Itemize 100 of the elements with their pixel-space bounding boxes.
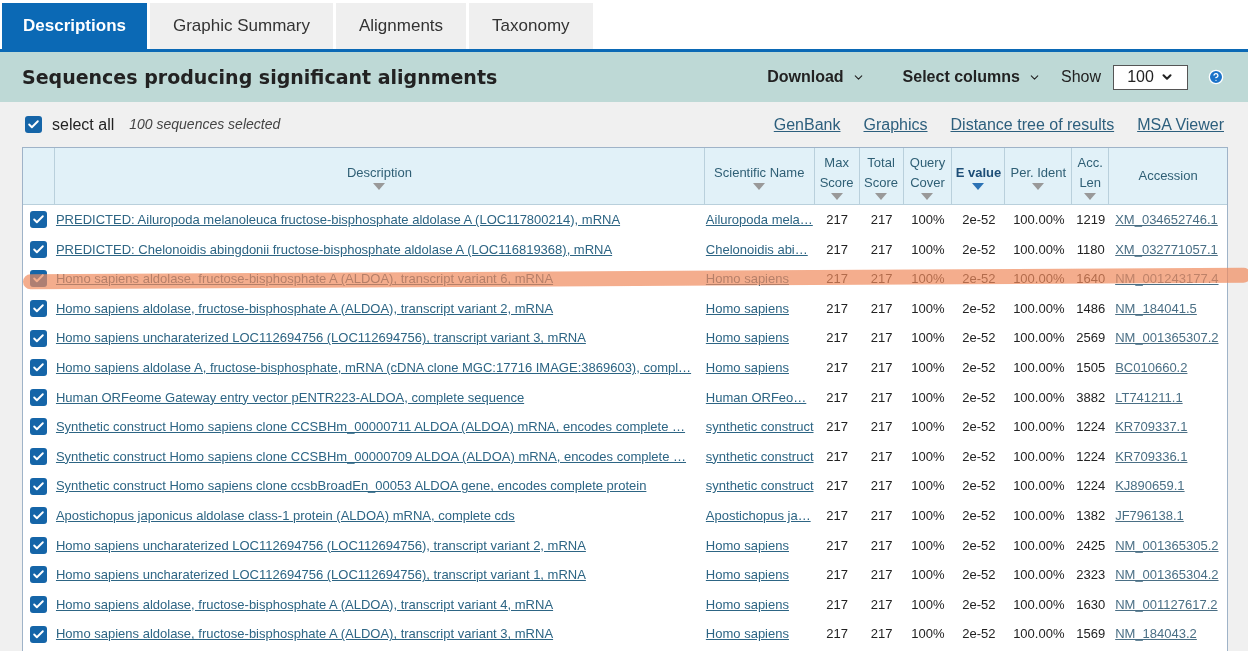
sort-arrow-icon <box>921 192 934 200</box>
column-header[interactable]: Per. Ident <box>1005 148 1073 204</box>
accession-link[interactable]: NM_001365304.2 <box>1115 567 1219 583</box>
select-columns-menu[interactable]: Select columns <box>902 65 1041 89</box>
sort-arrow-icon <box>830 192 843 200</box>
accession-link[interactable]: NM_001365305.2 <box>1115 537 1219 553</box>
description-link[interactable]: Apostichopus japonicus aldolase class-1 protein (ALDOA) mRNA, complete cds <box>55 508 515 523</box>
sort-arrow-icon <box>972 182 985 190</box>
scientific-name-link[interactable]: Homo sapiens <box>705 567 789 583</box>
table-cell: 217 <box>870 596 893 612</box>
checkbox[interactable] <box>30 536 48 554</box>
scientific-name-link[interactable]: Human ORFeo… <box>705 389 807 405</box>
column-header[interactable]: Acc. Len <box>1072 148 1110 204</box>
tab[interactable]: Taxonomy <box>469 3 593 49</box>
column-header[interactable]: Query Cover <box>903 148 953 204</box>
checkbox[interactable] <box>30 359 48 377</box>
column-header[interactable]: Description <box>54 148 705 204</box>
check-icon <box>32 390 46 404</box>
scientific-name-link[interactable]: Apostichopus ja… <box>705 508 811 523</box>
scientific-name-link[interactable]: Chelonoidis abi… <box>705 241 808 257</box>
column-header[interactable]: Accession <box>1109 148 1227 204</box>
scientific-name-link[interactable]: Homo sapiens <box>705 626 789 642</box>
tab[interactable]: Graphic Summary <box>150 3 333 49</box>
help-icon[interactable] <box>1208 69 1224 85</box>
link[interactable]: MSA Viewer <box>1137 112 1224 137</box>
checkbox[interactable] <box>25 116 42 133</box>
download-menu[interactable]: Download <box>767 65 865 89</box>
check-icon <box>32 331 46 345</box>
link[interactable]: Graphics <box>863 112 928 137</box>
accession-link[interactable]: NM_001365307.2 <box>1115 330 1219 346</box>
description-link[interactable]: Synthetic construct Homo sapiens clone CCSBHm_00000711 ALDOA (ALDOA) mRNA, encodes complete … <box>55 419 686 435</box>
checkbox[interactable] <box>30 211 48 229</box>
table-cell: 1382 <box>1076 508 1106 523</box>
description-link[interactable]: Homo sapiens aldolase, fructose-bisphosphate A (ALDOA), transcript variant 3, mRNA <box>55 626 554 642</box>
accession-link[interactable]: KJ890659.1 <box>1115 478 1185 494</box>
select-all-label[interactable]: select all <box>52 112 115 137</box>
accession-link[interactable]: NM_184043.2 <box>1115 626 1197 642</box>
table-cell: 217 <box>870 567 893 583</box>
table-cell: 2323 <box>1076 567 1106 583</box>
table-cell: 2e-52 <box>962 508 996 523</box>
check-icon <box>32 479 46 493</box>
table-cell: 217 <box>826 389 848 405</box>
scientific-name-link[interactable]: Homo sapiens <box>705 596 789 612</box>
accession-link[interactable]: JF796138.1 <box>1115 508 1184 523</box>
description-link[interactable]: Homo sapiens uncharaterized LOC112694756 (LOC112694756), transcript variant 2, mRNA <box>55 537 586 553</box>
tab[interactable]: Alignments <box>335 3 467 49</box>
check-icon <box>27 118 40 131</box>
accession-link[interactable]: XM_034652746.1 <box>1115 212 1218 228</box>
checkbox[interactable] <box>30 240 48 258</box>
table-cell: 100.00% <box>1013 300 1065 316</box>
table-cell: 100.00% <box>1013 448 1065 464</box>
scientific-name-link[interactable]: synthetic construct <box>705 448 814 464</box>
accession-link[interactable]: XM_032771057.1 <box>1115 241 1218 257</box>
table-cell: 100% <box>911 241 945 257</box>
description-link[interactable]: Human ORFeome Gateway entry vector pENTR223-ALDOA, complete sequence <box>55 389 525 405</box>
scientific-name-link[interactable]: Homo sapiens <box>705 360 789 375</box>
accession-link[interactable]: BC010660.2 <box>1115 360 1188 375</box>
table-cell: 2e-52 <box>962 271 996 287</box>
checkbox[interactable] <box>30 507 48 525</box>
scientific-name-link[interactable]: Homo sapiens <box>705 537 789 553</box>
checkbox[interactable] <box>30 625 48 643</box>
description-link[interactable]: PREDICTED: Ailuropoda melanoleuca fructose-bisphosphate aldolase A (LOC117800214), mRNA <box>55 212 621 228</box>
scientific-name-link[interactable]: synthetic construct <box>705 478 814 494</box>
description-link[interactable]: Homo sapiens aldolase, fructose-bisphosphate A (ALDOA), transcript variant 4, mRNA <box>55 596 554 612</box>
checkbox[interactable] <box>30 448 48 466</box>
checkbox[interactable] <box>30 418 48 436</box>
accession-link[interactable]: KR709337.1 <box>1115 419 1188 435</box>
checkbox[interactable] <box>30 596 48 613</box>
accession-link[interactable]: NM_001127617.2 <box>1115 596 1218 612</box>
tab[interactable]: Descriptions <box>2 3 147 49</box>
description-link[interactable]: Homo sapiens uncharaterized LOC112694756 (LOC112694756), transcript variant 1, mRNA <box>55 567 586 583</box>
scientific-name-link[interactable]: Homo sapiens <box>705 300 789 316</box>
checkbox[interactable] <box>30 388 48 406</box>
scientific-name-link[interactable]: Ailuropoda mela… <box>705 212 813 228</box>
column-header[interactable]: Scientific Name <box>704 148 815 204</box>
accession-link[interactable]: KR709336.1 <box>1115 448 1188 464</box>
column-header[interactable]: E value <box>952 148 1006 204</box>
scientific-name-link[interactable]: Homo sapiens <box>705 330 789 346</box>
checkbox[interactable] <box>30 329 48 347</box>
column-header[interactable]: Total Score <box>859 148 904 204</box>
accession-link[interactable]: LT741211.1 <box>1115 389 1183 405</box>
description-link[interactable]: Homo sapiens aldolase, fructose-bisphosphate A (ALDOA), transcript variant 2, mRNA <box>55 300 554 316</box>
description-link[interactable]: Synthetic construct Homo sapiens clone CCSBHm_00000709 ALDOA (ALDOA) mRNA, encodes complete … <box>55 448 687 464</box>
column-header[interactable]: Max Score <box>814 148 860 204</box>
link[interactable]: Distance tree of results <box>950 112 1115 137</box>
description-link[interactable]: PREDICTED: Chelonoidis abingdonii fructose-bisphosphate aldolase A (LOC116819368), mRNA <box>55 241 613 257</box>
accession-link[interactable]: NM_184041.5 <box>1115 300 1197 316</box>
description-link[interactable]: Homo sapiens aldolase A, fructose-bisphosphate, mRNA (cDNA clone MGC:17716 IMAGE:3869603), compl… <box>55 360 692 375</box>
scientific-name-link[interactable]: synthetic construct <box>705 419 814 435</box>
table-cell: 100.00% <box>1013 508 1065 523</box>
checkbox[interactable] <box>30 566 48 584</box>
description-link[interactable]: Homo sapiens uncharaterized LOC112694756 (LOC112694756), transcript variant 3, mRNA <box>55 330 586 346</box>
table-cell: 100% <box>911 508 945 523</box>
show-select[interactable]: 100 <box>1113 64 1188 90</box>
table-cell: 100.00% <box>1013 330 1065 346</box>
table-cell: 100.00% <box>1013 419 1065 435</box>
description-link[interactable]: Synthetic construct Homo sapiens clone ccsbBroadEn_00053 ALDOA gene, encodes complete protein <box>55 478 647 494</box>
checkbox[interactable] <box>30 300 48 318</box>
link[interactable]: GenBank <box>773 112 841 137</box>
checkbox[interactable] <box>30 477 48 495</box>
